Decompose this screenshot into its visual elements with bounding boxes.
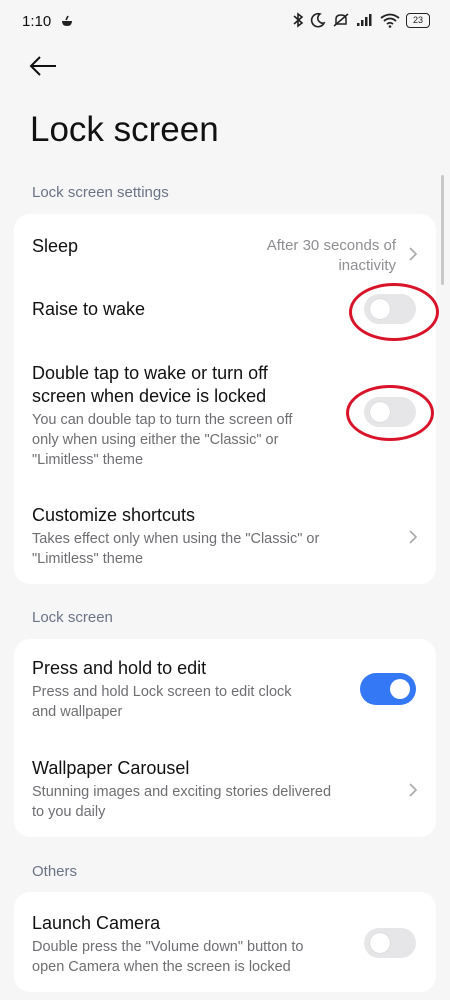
signal-icon bbox=[356, 13, 374, 27]
wallpaper-carousel-row[interactable]: Wallpaper Carousel Stunning images and e… bbox=[32, 757, 418, 823]
arrow-left-icon bbox=[29, 56, 56, 76]
chevron-right-icon bbox=[409, 247, 418, 261]
app-notification-icon bbox=[60, 14, 74, 32]
page-title: Lock screen bbox=[30, 110, 219, 149]
mute-icon bbox=[332, 12, 350, 28]
customize-shortcuts-title: Customize shortcuts bbox=[32, 505, 196, 525]
moon-icon bbox=[310, 12, 326, 28]
wallpaper-carousel-sub-line2: to you daily bbox=[32, 804, 106, 820]
back-button[interactable] bbox=[28, 55, 68, 87]
press-hold-title: Press and hold to edit bbox=[32, 658, 207, 678]
lock-screen-card: Press and hold to edit Press and hold Lo… bbox=[14, 639, 436, 837]
launch-camera-sub-line2: open Camera when the screen is locked bbox=[32, 959, 291, 975]
section-header-lock-screen: Lock screen bbox=[32, 609, 113, 626]
toggle-knob bbox=[370, 933, 390, 953]
wallpaper-carousel-sub-line1: Stunning images and exciting stories del… bbox=[32, 784, 332, 800]
wallpaper-carousel-title: Wallpaper Carousel bbox=[32, 758, 190, 778]
scrollbar[interactable] bbox=[441, 175, 444, 285]
sleep-value-line2: inactivity bbox=[338, 257, 396, 274]
launch-camera-sub-line1: Double press the "Volume down" button to bbox=[32, 939, 304, 955]
sleep-value-line1: After 30 seconds of bbox=[266, 237, 396, 254]
annotation-circle bbox=[346, 385, 434, 441]
press-hold-toggle[interactable] bbox=[360, 673, 416, 705]
annotation-circle bbox=[349, 283, 439, 341]
section-header-lock-screen-settings: Lock screen settings bbox=[32, 184, 169, 201]
press-hold-row: Press and hold to edit Press and hold Lo… bbox=[32, 657, 418, 723]
chevron-right-icon bbox=[409, 783, 418, 797]
customize-shortcuts-row[interactable]: Customize shortcuts Takes effect only wh… bbox=[32, 504, 418, 570]
chevron-right-icon bbox=[409, 530, 418, 544]
sleep-value: After 30 seconds of inactivity bbox=[236, 236, 396, 276]
toggle-knob bbox=[390, 679, 410, 699]
status-time: 1:10 bbox=[22, 13, 52, 30]
customize-shortcuts-sub-line2: "Limitless" theme bbox=[32, 551, 144, 567]
bluetooth-icon bbox=[292, 12, 304, 28]
status-bar: 1:10 23 bbox=[0, 0, 450, 44]
section-header-others: Others bbox=[32, 863, 78, 880]
launch-camera-row: Launch Camera Double press the "Volume d… bbox=[32, 912, 418, 978]
others-card: Launch Camera Double press the "Volume d… bbox=[14, 892, 436, 992]
customize-shortcuts-sub-line1: Takes effect only when using the "Classi… bbox=[32, 531, 320, 547]
double-tap-title-line1: Double tap to wake or turn off bbox=[32, 363, 268, 383]
battery-icon: 23 bbox=[406, 12, 430, 28]
wifi-icon bbox=[380, 13, 400, 28]
launch-camera-toggle[interactable] bbox=[364, 928, 416, 958]
sleep-row[interactable]: Sleep After 30 seconds of inactivity bbox=[32, 234, 418, 278]
launch-camera-title: Launch Camera bbox=[32, 913, 161, 933]
press-hold-sub-line2: and wallpaper bbox=[32, 704, 123, 720]
double-tap-sub-line3: "Limitless" theme bbox=[32, 452, 144, 468]
